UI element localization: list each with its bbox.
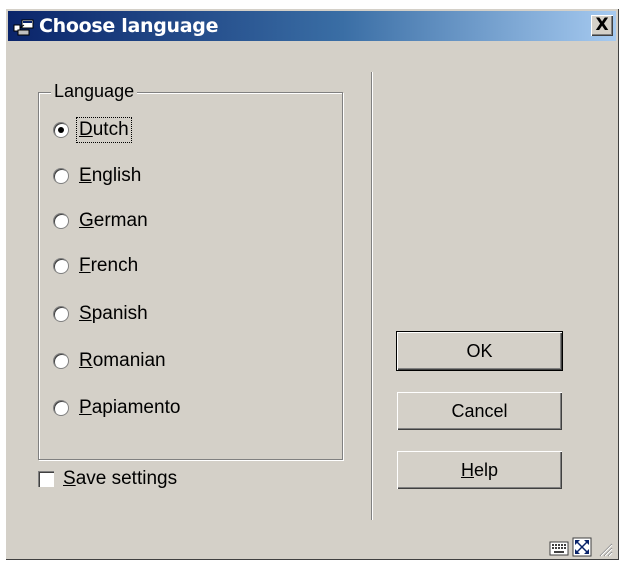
radio-label-german: German (79, 210, 148, 231)
radio-button-dutch[interactable] (53, 122, 69, 138)
save-settings-option[interactable]: Save settings (38, 468, 177, 490)
vertical-divider (371, 72, 373, 520)
language-groupbox: Language Dutch English German French Spa… (38, 81, 343, 460)
close-icon: X (595, 15, 609, 35)
keyboard-icon[interactable] (549, 539, 569, 557)
size-grip-icon[interactable] (595, 539, 613, 557)
radio-option-french[interactable]: French (53, 253, 139, 279)
radio-option-german[interactable]: German (53, 208, 149, 234)
radio-label-english: English (79, 165, 142, 186)
ok-button[interactable]: OK (396, 331, 563, 371)
window-title: Choose language (39, 15, 219, 37)
radio-button-spanish[interactable] (53, 306, 69, 322)
resize-icon[interactable] (572, 537, 592, 557)
help-button[interactable]: Help (397, 451, 562, 489)
radio-button-english[interactable] (53, 168, 69, 184)
save-settings-label: Save settings (63, 468, 178, 489)
title-bar[interactable]: Choose language X (8, 11, 616, 41)
radio-option-english[interactable]: English (53, 163, 142, 189)
radio-label-romanian: Romanian (79, 350, 166, 371)
radio-label-dutch: Dutch (76, 117, 132, 143)
save-settings-checkbox[interactable] (38, 471, 54, 487)
radio-option-dutch[interactable]: Dutch (53, 117, 132, 143)
app-icon (13, 19, 34, 36)
radio-option-romanian[interactable]: Romanian (53, 348, 167, 374)
radio-label-papiamento: Papiamento (79, 397, 181, 418)
radio-button-papiamento[interactable] (53, 400, 69, 416)
radio-option-spanish[interactable]: Spanish (53, 301, 149, 327)
radio-selected-dot (58, 127, 64, 133)
radio-label-spanish: Spanish (79, 303, 148, 324)
radio-button-german[interactable] (53, 213, 69, 229)
choose-language-dialog: Choose language X Language Dutch English… (5, 8, 619, 560)
radio-button-french[interactable] (53, 258, 69, 274)
radio-option-papiamento[interactable]: Papiamento (53, 395, 181, 421)
close-button[interactable]: X (591, 15, 613, 36)
radio-button-romanian[interactable] (53, 353, 69, 369)
language-group-legend: Language (51, 81, 138, 102)
status-bar-icons (549, 537, 613, 557)
cancel-button[interactable]: Cancel (397, 392, 562, 430)
radio-label-french: French (79, 255, 139, 276)
